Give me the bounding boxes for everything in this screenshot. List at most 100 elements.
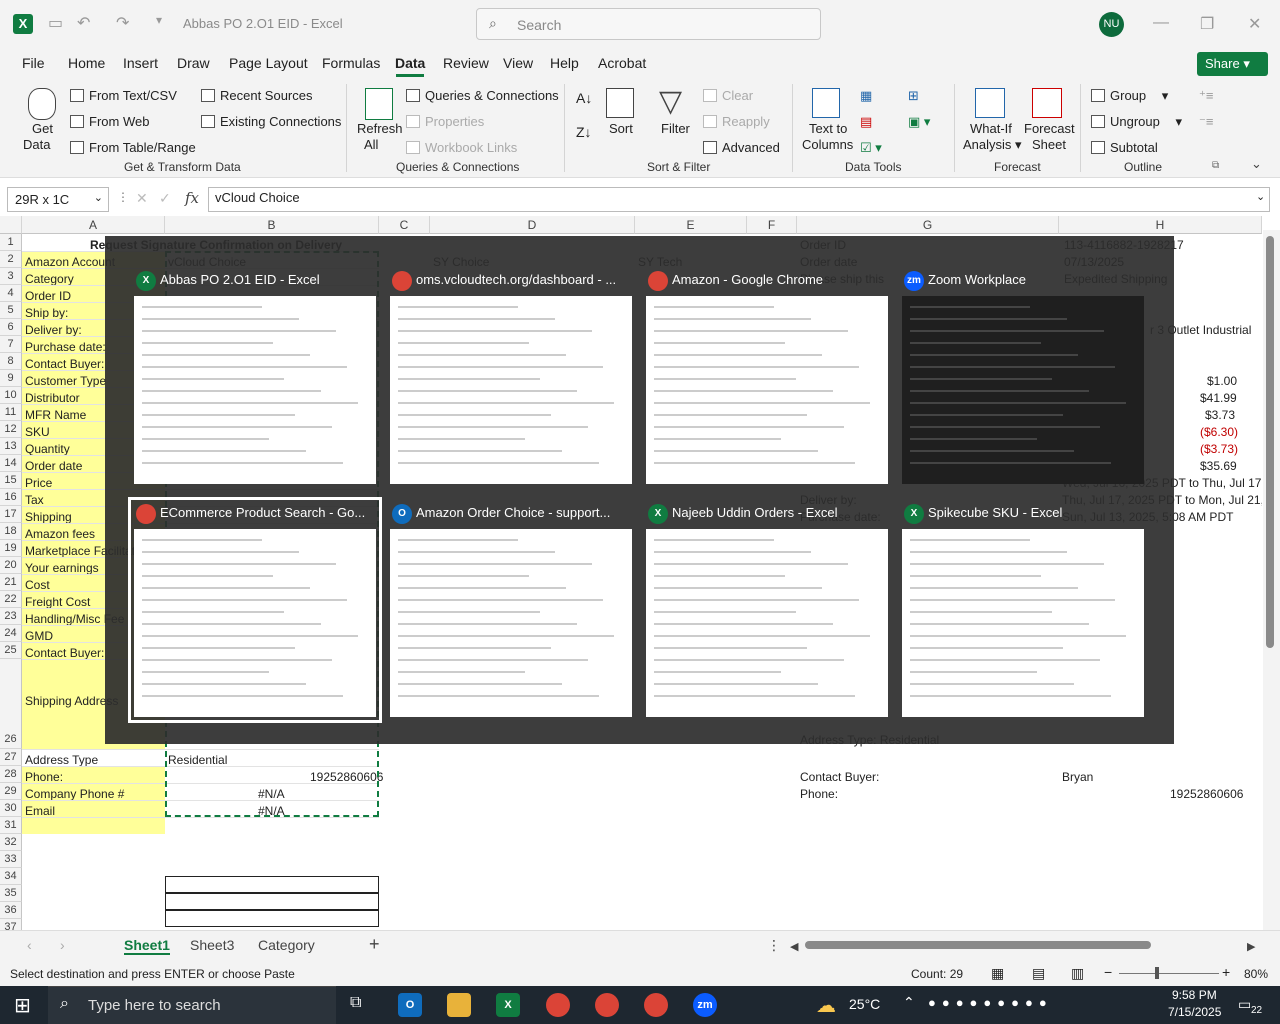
window-thumbnail[interactable]: X Abbas PO 2.O1 EID - Excel xyxy=(130,266,380,488)
undo-icon[interactable]: ↶ xyxy=(77,13,90,33)
row-header[interactable]: 25 xyxy=(0,642,22,659)
row-header[interactable]: 5 xyxy=(0,302,22,319)
name-box[interactable]: 29R x 1C ⌄ xyxy=(7,187,109,212)
tab-insert[interactable]: Insert xyxy=(123,55,158,71)
close-icon[interactable]: ✕ xyxy=(1248,14,1261,34)
what-if-analysis-button[interactable]: What-If xyxy=(970,121,1012,136)
row-header[interactable]: 29 xyxy=(0,783,22,800)
column-header[interactable]: D xyxy=(430,216,635,234)
cell-a20[interactable]: Your earnings xyxy=(25,561,99,575)
bordered-cell[interactable] xyxy=(165,893,379,910)
sheet-tab-sheet1[interactable]: Sheet1 xyxy=(124,937,170,955)
cancel-icon[interactable]: ✕ xyxy=(136,190,148,207)
row-header[interactable]: 17 xyxy=(0,506,22,523)
cell-a24[interactable]: GMD xyxy=(25,629,53,643)
row-header[interactable]: 18 xyxy=(0,523,22,540)
text-to-columns-line2[interactable]: Columns xyxy=(802,137,853,152)
row-header[interactable]: 16 xyxy=(0,489,22,506)
row-header[interactable]: 20 xyxy=(0,557,22,574)
refresh-all-button[interactable]: Refresh xyxy=(357,121,403,136)
cell-g29[interactable]: Phone: xyxy=(800,787,838,801)
ungroup-button[interactable]: Ungroup ▾ xyxy=(1091,114,1182,130)
row-header[interactable]: 10 xyxy=(0,387,22,404)
tab-draw[interactable]: Draw xyxy=(177,55,210,71)
scroll-right-icon[interactable]: ▶ xyxy=(1247,940,1255,953)
enter-icon[interactable]: ✓ xyxy=(159,190,171,207)
clock-date[interactable]: 7/15/2025 xyxy=(1168,1005,1221,1019)
tab-acrobat[interactable]: Acrobat xyxy=(598,55,646,71)
sort-za-icon[interactable]: Z↓ xyxy=(576,124,592,140)
cell-a8[interactable]: Contact Buyer: xyxy=(25,357,104,371)
cell-a4[interactable]: Order ID xyxy=(25,289,71,303)
row-header[interactable]: 22 xyxy=(0,591,22,608)
prev-sheet-icon[interactable]: ‹ xyxy=(27,937,32,953)
row-header[interactable]: 19 xyxy=(0,540,22,557)
zoom-level[interactable]: 80% xyxy=(1244,967,1268,981)
window-thumbnail[interactable]: X Spikecube SKU - Excel xyxy=(898,499,1148,721)
file-explorer-icon[interactable] xyxy=(447,993,471,1017)
filter-button[interactable]: Filter xyxy=(661,121,690,136)
refresh-all-line2[interactable]: All xyxy=(364,137,378,152)
tab-home[interactable]: Home xyxy=(68,55,105,71)
sheet-options-icon[interactable]: ⋮ xyxy=(767,937,781,954)
from-table-button[interactable]: From Table/Range xyxy=(70,140,196,155)
cell-a30[interactable]: Email xyxy=(25,804,55,818)
column-header[interactable]: E xyxy=(635,216,747,234)
row-header[interactable]: 3 xyxy=(0,268,22,285)
sheet-tab-category[interactable]: Category xyxy=(258,937,315,953)
text-to-columns-button[interactable]: Text to xyxy=(809,121,847,136)
tab-file[interactable]: File xyxy=(22,55,45,71)
insert-function-icon[interactable]: fx xyxy=(185,189,199,207)
collapse-ribbon-icon[interactable]: ⌄ xyxy=(1251,156,1262,172)
cell-a16[interactable]: Tax xyxy=(25,493,44,507)
cell-a11[interactable]: MFR Name xyxy=(25,408,86,422)
cell-a15[interactable]: Price xyxy=(25,476,52,490)
get-data-button-line2[interactable]: Data xyxy=(23,137,50,152)
customize-qat-icon[interactable]: ▾ xyxy=(156,13,162,27)
more-icon[interactable]: ⋮ xyxy=(117,190,129,204)
chrome-icon[interactable] xyxy=(595,993,619,1017)
from-text-csv-button[interactable]: From Text/CSV xyxy=(70,88,177,103)
recent-sources-button[interactable]: Recent Sources xyxy=(201,88,313,103)
tray-chevron-icon[interactable]: ⌃ xyxy=(903,994,915,1011)
cell-a17[interactable]: Shipping xyxy=(25,510,72,524)
vertical-scroll-thumb[interactable] xyxy=(1266,236,1274,648)
tab-help[interactable]: Help xyxy=(550,55,579,71)
row-header[interactable]: 27 xyxy=(0,749,22,766)
save-icon[interactable]: ▭ xyxy=(48,13,63,33)
what-if-line2[interactable]: Analysis ▾ xyxy=(963,137,1022,153)
excel-taskbar-icon[interactable]: X xyxy=(496,993,520,1017)
row-header[interactable]: 37 xyxy=(0,919,22,930)
from-web-button[interactable]: From Web xyxy=(70,114,149,129)
zoom-slider-thumb[interactable] xyxy=(1155,967,1159,979)
formula-input[interactable] xyxy=(208,187,1270,212)
row-header[interactable]: 31 xyxy=(0,817,22,834)
cell-a13[interactable]: Quantity xyxy=(25,442,70,456)
cell-a22[interactable]: Freight Cost xyxy=(25,595,90,609)
normal-view-icon[interactable]: ▦ xyxy=(991,965,1004,982)
cell-h29[interactable]: 19252860606 xyxy=(1170,787,1243,801)
window-thumbnail[interactable]: Amazon - Google Chrome xyxy=(642,266,892,488)
cell-h14[interactable]: $35.69 xyxy=(1200,459,1237,473)
cell-a3[interactable]: Category xyxy=(25,272,74,286)
properties-button[interactable]: Properties xyxy=(406,114,484,129)
cell-a29[interactable]: Company Phone # xyxy=(25,787,124,801)
taskbar-search[interactable]: ⌕ Type here to search xyxy=(48,986,336,1024)
row-header[interactable]: 13 xyxy=(0,438,22,455)
cell-a5[interactable]: Ship by: xyxy=(25,306,68,320)
cell-a6[interactable]: Deliver by: xyxy=(25,323,82,337)
group-button[interactable]: Group ▾ xyxy=(1091,88,1168,104)
column-header[interactable]: A xyxy=(22,216,165,234)
workbook-links-button[interactable]: Workbook Links xyxy=(406,140,517,155)
row-header[interactable]: 7 xyxy=(0,336,22,353)
cell-a10[interactable]: Distributor xyxy=(25,391,80,405)
tab-data[interactable]: Data xyxy=(395,55,425,71)
notification-icon[interactable]: ▭ xyxy=(1238,996,1251,1013)
row-header[interactable]: 34 xyxy=(0,868,22,885)
chrome-icon[interactable] xyxy=(546,993,570,1017)
expand-formula-icon[interactable]: ⌄ xyxy=(1256,190,1265,203)
existing-connections-button[interactable]: Existing Connections xyxy=(201,114,341,129)
cell-h28[interactable]: Bryan xyxy=(1062,770,1093,784)
window-thumbnail[interactable]: ECommerce Product Search - Go... xyxy=(128,497,382,723)
weather-temp[interactable]: 25°C xyxy=(849,996,880,1012)
